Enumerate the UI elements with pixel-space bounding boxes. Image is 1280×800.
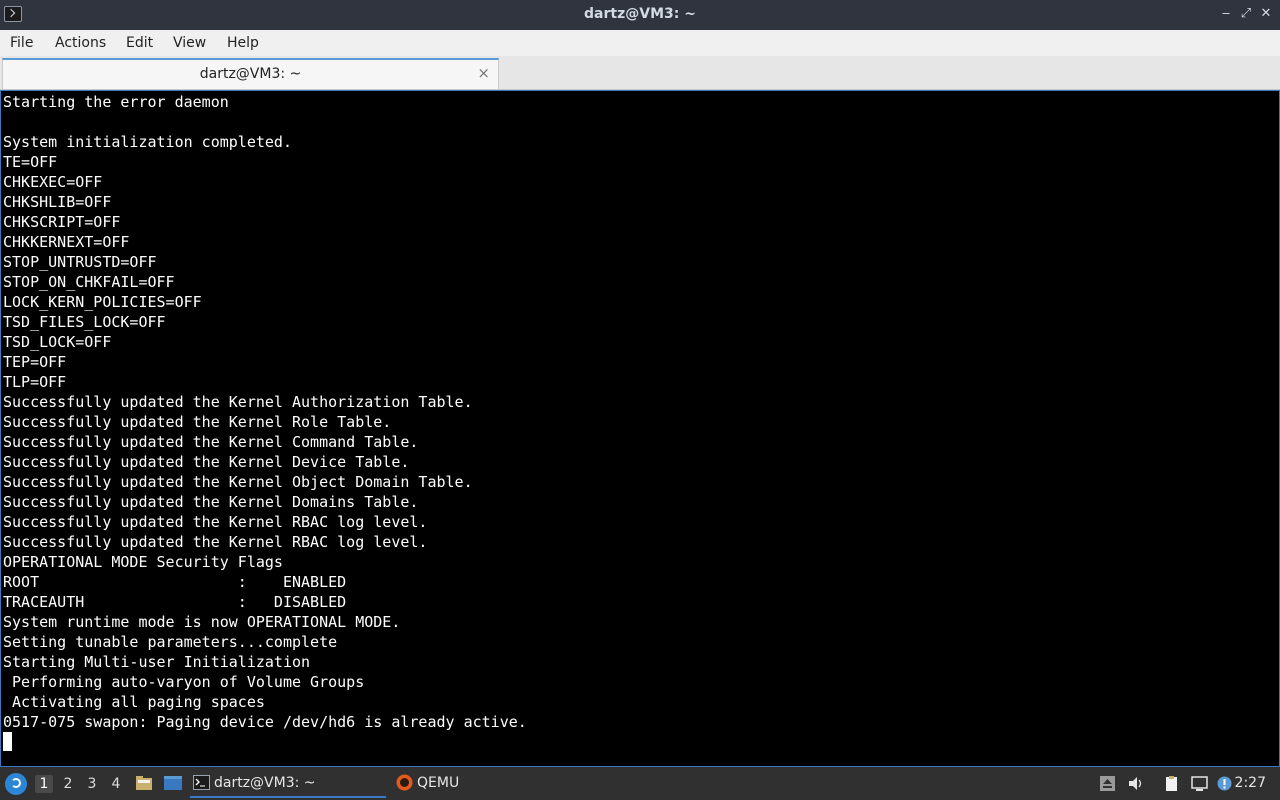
terminal-line: Successfully updated the Kernel RBAC log… (3, 513, 428, 531)
terminal-line: TSD_LOCK=OFF (3, 333, 112, 351)
terminal-line: TLP=OFF (3, 373, 67, 391)
terminal-icon (193, 775, 210, 790)
terminal-area[interactable]: Starting the error daemon System initial… (0, 90, 1280, 767)
terminal-line: System runtime mode is now OPERATIONAL M… (3, 613, 401, 631)
terminal-line: TRACEAUTH : DISABLED (3, 593, 347, 611)
terminal-line: Successfully updated the Kernel Object D… (3, 473, 473, 491)
task-qemu-label: QEMU (417, 775, 460, 791)
tab-label: dartz@VM3: ~ (199, 66, 302, 82)
terminal-line: ROOT : ENABLED (3, 573, 347, 591)
tab-bar: dartz@VM3: ~ × (0, 56, 1280, 90)
terminal-line: CHKSCRIPT=OFF (3, 213, 121, 231)
terminal-line: Starting the error daemon (3, 93, 229, 111)
start-menu-icon[interactable] (5, 773, 27, 795)
close-button[interactable]: ✕ (1258, 6, 1274, 22)
tab-terminal[interactable]: dartz@VM3: ~ × (2, 58, 499, 89)
menu-file[interactable]: File (10, 35, 33, 51)
menu-view[interactable]: View (173, 35, 206, 51)
menu-actions[interactable]: Actions (55, 35, 106, 51)
terminal-line: Setting tunable parameters...complete (3, 633, 338, 651)
terminal-cursor (3, 732, 12, 751)
clipboard-icon[interactable] (1163, 775, 1180, 792)
terminal-line: Successfully updated the Kernel Command … (3, 433, 419, 451)
workspace-4[interactable]: 4 (107, 775, 125, 793)
maximize-button[interactable]: ⤢ (1238, 6, 1254, 22)
window-titlebar: dartz@VM3: ~ ‒ ⤢ ✕ (0, 0, 1280, 30)
terminal-line: Successfully updated the Kernel Authoriz… (3, 393, 473, 411)
terminal-line: CHKEXEC=OFF (3, 173, 103, 191)
workspace-1[interactable]: 1 (35, 775, 53, 793)
task-terminal-label: dartz@VM3: ~ (214, 775, 316, 791)
terminal-line: Starting Multi-user Initialization (3, 653, 311, 671)
clock[interactable]: 2:27 (1235, 775, 1266, 791)
terminal-line: Successfully updated the Kernel Role Tab… (3, 413, 392, 431)
tab-close-icon[interactable]: × (477, 64, 490, 82)
file-manager-icon[interactable] (135, 775, 153, 791)
minimize-button[interactable]: ‒ (1218, 6, 1234, 22)
taskbar: 1 2 3 4 dartz@VM3: ~ QEMU 2:27 (0, 767, 1280, 800)
menu-edit[interactable]: Edit (126, 35, 153, 51)
notification-icon[interactable] (1216, 775, 1233, 792)
terminal-line: Successfully updated the Kernel Domains … (3, 493, 419, 511)
terminal-line: TEP=OFF (3, 353, 67, 371)
terminal-line: System initialization completed. (3, 133, 292, 151)
menu-help[interactable]: Help (227, 35, 259, 51)
workspace-3[interactable]: 3 (83, 775, 101, 793)
show-desktop-icon[interactable] (163, 775, 182, 791)
terminal-line: Successfully updated the Kernel Device T… (3, 453, 410, 471)
terminal-line: TE=OFF (3, 153, 58, 171)
task-terminal[interactable]: dartz@VM3: ~ (190, 770, 386, 798)
menu-bar: File Actions Edit View Help (0, 30, 1280, 56)
terminal-line: TSD_FILES_LOCK=OFF (3, 313, 166, 331)
terminal-line: CHKKERNEXT=OFF (3, 233, 130, 251)
terminal-line: OPERATIONAL MODE Security Flags (3, 553, 283, 571)
terminal-output: Starting the error daemon System initial… (3, 92, 527, 732)
terminal-line: Performing auto-varyon of Volume Groups (3, 673, 365, 691)
terminal-line: CHKSHLIB=OFF (3, 193, 112, 211)
terminal-line: STOP_ON_CHKFAIL=OFF (3, 273, 175, 291)
volume-icon[interactable] (1127, 775, 1144, 792)
terminal-line: Successfully updated the Kernel RBAC log… (3, 533, 428, 551)
window-title: dartz@VM3: ~ (584, 6, 696, 22)
terminal-line: LOCK_KERN_POLICIES=OFF (3, 293, 202, 311)
workspace-2[interactable]: 2 (59, 775, 77, 793)
eject-icon[interactable] (1099, 775, 1116, 792)
task-qemu[interactable]: QEMU (393, 770, 513, 798)
qemu-icon (396, 774, 413, 791)
terminal-line: Activating all paging spaces (3, 693, 265, 711)
terminal-line: STOP_UNTRUSTD=OFF (3, 253, 157, 271)
network-icon[interactable] (1191, 775, 1208, 792)
terminal-line: 0517-075 swapon: Paging device /dev/hd6 … (3, 713, 527, 731)
